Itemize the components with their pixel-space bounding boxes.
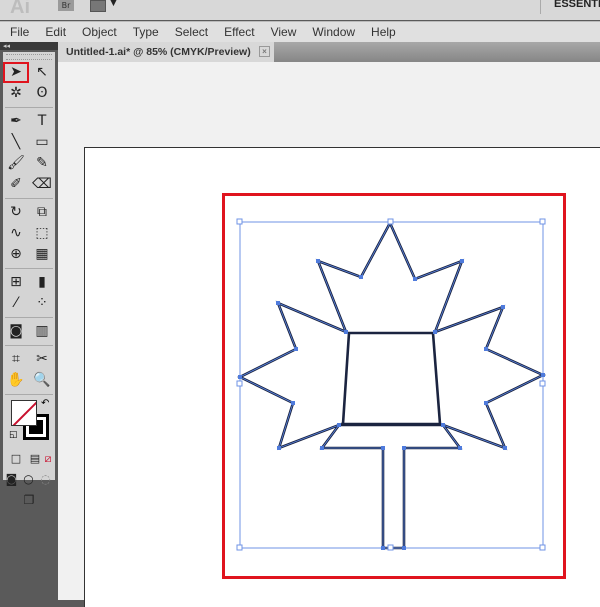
tool-row: ⌗ ✂ xyxy=(3,349,55,370)
tool-row: ✲ ʘ xyxy=(3,83,55,104)
divider xyxy=(5,107,53,108)
tools-panel: ➤ ↖ ✲ ʘ ✒ T ╲ ▭ 🖌 ✎ ✐ ⌫ ↻ ⧉ ∿ ⬚ ⊕ ▦ ⊞ ▮ ⁄ ⁘ ◙ ▥ ⌗ ✂ ✋ 🔍 ↶ ◱ □ ▤ ⧄ ◙… xyxy=(3,52,55,507)
menu-edit[interactable]: Edit xyxy=(45,25,66,39)
panel-grip[interactable] xyxy=(6,54,52,60)
menu-help[interactable]: Help xyxy=(371,25,396,39)
highlight-box xyxy=(222,193,566,579)
swap-fill-stroke-icon[interactable]: ↶ xyxy=(41,398,49,409)
divider xyxy=(5,394,53,395)
zoom-tool-icon[interactable]: 🔍 xyxy=(29,370,55,391)
blob-brush-tool-icon[interactable]: ✐ xyxy=(3,174,29,195)
menu-select[interactable]: Select xyxy=(175,25,208,39)
draw-mode-row: ◙ ○ ◌ xyxy=(3,469,55,490)
arrange-documents-icon[interactable] xyxy=(90,0,106,12)
close-tab-icon[interactable]: × xyxy=(259,46,270,57)
rectangle-tool-icon[interactable]: ▭ xyxy=(29,132,55,153)
perspective-grid-tool-icon[interactable]: ▦ xyxy=(29,244,55,265)
screen-mode-row: ❐ xyxy=(3,490,55,511)
tool-row: ✋ 🔍 xyxy=(3,370,55,391)
screen-mode-icon[interactable]: ❐ xyxy=(3,490,55,511)
draw-inside-icon[interactable]: ◌ xyxy=(37,469,54,490)
tool-row: ⁄ ⁘ xyxy=(3,293,55,314)
paintbrush-tool-icon[interactable]: 🖌 xyxy=(3,153,29,174)
slice-tool-icon[interactable]: ✂ xyxy=(29,349,55,370)
menu-window[interactable]: Window xyxy=(312,25,355,39)
tool-row: ✐ ⌫ xyxy=(3,174,55,195)
divider xyxy=(5,198,53,199)
lasso-tool-icon[interactable]: ʘ xyxy=(29,83,55,104)
tool-row: ⊕ ▦ xyxy=(3,244,55,265)
selection-tool-icon[interactable]: ➤ xyxy=(3,62,29,83)
direct-selection-tool-icon[interactable]: ↖ xyxy=(29,62,55,83)
type-tool-icon[interactable]: T xyxy=(29,111,55,132)
workspace-switcher[interactable]: ESSENTIALS xyxy=(540,0,600,14)
menu-view[interactable]: View xyxy=(271,25,297,39)
tool-row: ╲ ▭ xyxy=(3,132,55,153)
color-mode-row: □ ▤ ⧄ xyxy=(3,448,55,469)
tool-row: ↻ ⧉ xyxy=(3,202,55,223)
divider xyxy=(5,268,53,269)
gradient-icon[interactable]: ▤ xyxy=(29,448,41,469)
divider xyxy=(5,317,53,318)
tool-row: ∿ ⬚ xyxy=(3,223,55,244)
divider xyxy=(5,345,53,346)
illustrator-logo: Ai xyxy=(10,0,30,18)
rotate-tool-icon[interactable]: ↻ xyxy=(3,202,29,223)
blend-tool-icon[interactable]: ⁘ xyxy=(29,293,55,314)
none-icon[interactable]: ⧄ xyxy=(41,448,55,469)
tool-row: ◙ ▥ xyxy=(3,321,55,342)
eraser-tool-icon[interactable]: ⌫ xyxy=(29,174,55,195)
pencil-tool-icon[interactable]: ✎ xyxy=(29,153,55,174)
hand-tool-icon[interactable]: ✋ xyxy=(3,370,29,391)
draw-normal-icon[interactable]: ◙ xyxy=(3,469,20,490)
mesh-tool-icon[interactable]: ⊞ xyxy=(3,272,29,293)
chevron-down-icon[interactable]: ▼ xyxy=(110,0,117,8)
column-graph-tool-icon[interactable]: ▥ xyxy=(29,321,55,342)
collapse-panel-icon[interactable]: ◂◂ xyxy=(0,42,58,50)
warp-tool-icon[interactable]: ∿ xyxy=(3,223,29,244)
menu-effect[interactable]: Effect xyxy=(224,25,254,39)
magic-wand-tool-icon[interactable]: ✲ xyxy=(3,83,29,104)
document-tab[interactable]: Untitled-1.ai* @ 85% (CMYK/Preview) × xyxy=(58,42,274,62)
draw-behind-icon[interactable]: ○ xyxy=(20,469,37,490)
scale-tool-icon[interactable]: ⧉ xyxy=(29,202,55,223)
pen-tool-icon[interactable]: ✒ xyxy=(3,111,29,132)
fill-swatch[interactable] xyxy=(11,400,37,426)
fill-stroke-swatches: ↶ ◱ xyxy=(3,398,55,448)
color-icon[interactable]: □ xyxy=(3,448,29,469)
application-bar: Ai Br ▼ ESSENTIALS xyxy=(0,0,600,20)
free-transform-tool-icon[interactable]: ⬚ xyxy=(29,223,55,244)
bridge-button[interactable]: Br xyxy=(58,0,74,11)
tool-row: ✒ T xyxy=(3,111,55,132)
document-tab-title: Untitled-1.ai* @ 85% (CMYK/Preview) xyxy=(66,46,251,58)
eyedropper-tool-icon[interactable]: ⁄ xyxy=(3,293,29,314)
menu-bar: File Edit Object Type Select Effect View… xyxy=(0,21,600,42)
default-colors-icon[interactable]: ◱ xyxy=(9,430,18,440)
menu-type[interactable]: Type xyxy=(133,25,159,39)
tool-row: 🖌 ✎ xyxy=(3,153,55,174)
artboard-tool-icon[interactable]: ⌗ xyxy=(3,349,29,370)
menu-file[interactable]: File xyxy=(10,25,29,39)
document-tab-bar: Untitled-1.ai* @ 85% (CMYK/Preview) × xyxy=(58,42,600,62)
canvas[interactable] xyxy=(58,62,600,607)
tool-row: ⊞ ▮ xyxy=(3,272,55,293)
symbol-sprayer-tool-icon[interactable]: ◙ xyxy=(3,321,29,342)
line-tool-icon[interactable]: ╲ xyxy=(3,132,29,153)
tool-row: ➤ ↖ xyxy=(3,62,55,83)
menu-object[interactable]: Object xyxy=(82,25,117,39)
gradient-tool-icon[interactable]: ▮ xyxy=(29,272,55,293)
shape-builder-tool-icon[interactable]: ⊕ xyxy=(3,244,29,265)
